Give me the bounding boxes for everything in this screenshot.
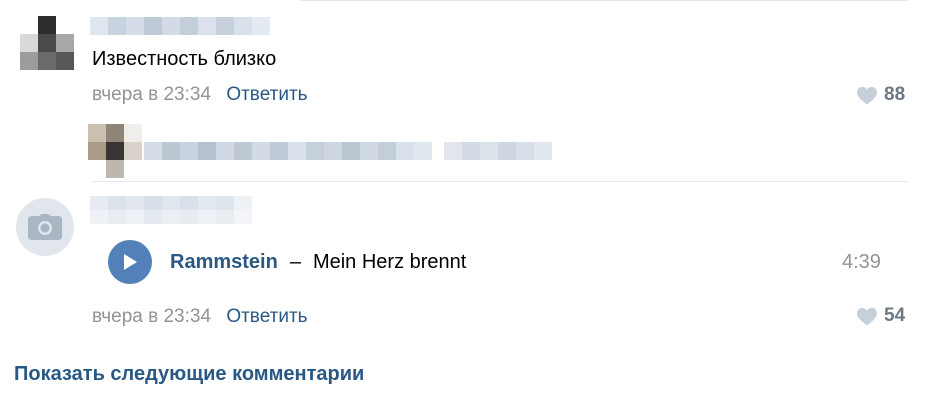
audio-attachment: Rammstein – Mein Herz brennt xyxy=(108,240,466,284)
heart-icon xyxy=(856,86,878,105)
play-icon xyxy=(124,254,137,270)
audio-title: Mein Herz brennt xyxy=(312,250,467,273)
comment-text: Известность близко xyxy=(92,48,277,70)
play-button[interactable] xyxy=(108,240,152,284)
heart-icon xyxy=(856,307,878,326)
reply-link-2[interactable]: Ответить xyxy=(226,306,307,327)
reply-text-blurred-2 xyxy=(444,142,552,160)
top-divider xyxy=(300,0,908,1)
audio-artist[interactable]: Rammstein xyxy=(170,251,278,274)
show-more-comments-link[interactable]: Показать следующие комментарии xyxy=(14,363,364,386)
camera-icon xyxy=(28,214,62,240)
comment-divider xyxy=(92,181,908,182)
comment-date: вчера в 23:34 xyxy=(92,84,212,105)
like-count-2: 54 xyxy=(884,305,906,326)
reply-link[interactable]: Ответить xyxy=(226,84,307,105)
user-avatar-blurred[interactable] xyxy=(20,16,74,70)
audio-duration: 4:39 xyxy=(842,251,881,273)
comment-meta: вчера в 23:34 Ответить xyxy=(92,84,308,106)
author-name-blurred[interactable] xyxy=(90,17,270,35)
like-button-2[interactable]: 54 xyxy=(856,305,905,327)
avatar-placeholder[interactable] xyxy=(16,198,74,256)
like-count: 88 xyxy=(884,84,906,105)
comment-date-2: вчера в 23:34 xyxy=(92,306,212,327)
audio-dash: – xyxy=(289,250,301,273)
author-name-blurred-2[interactable] xyxy=(90,196,252,224)
reply-text-blurred xyxy=(144,142,432,160)
reply-avatar-blurred[interactable] xyxy=(88,124,142,178)
comment-meta-2: вчера в 23:34 Ответить xyxy=(92,306,308,328)
like-button[interactable]: 88 xyxy=(856,84,905,106)
